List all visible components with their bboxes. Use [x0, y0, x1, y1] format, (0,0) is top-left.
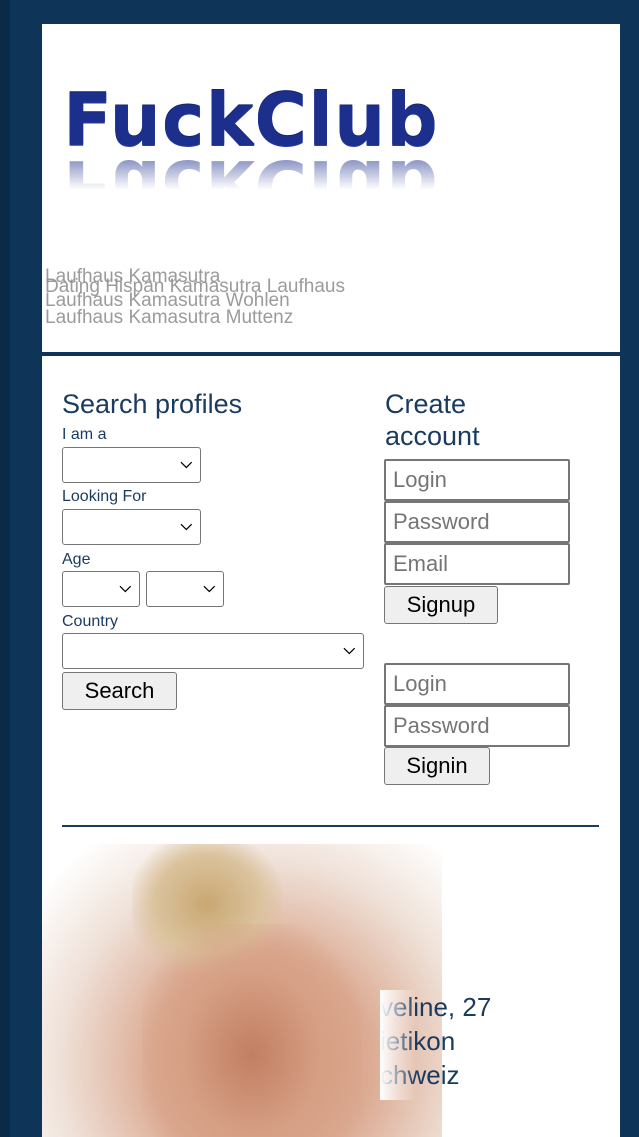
photo-body-blur: [142, 924, 362, 1137]
age-to-select[interactable]: ⌵: [146, 571, 224, 607]
signup-button[interactable]: Signup: [384, 586, 498, 624]
site-logo-reflection: FuckClub: [63, 150, 439, 222]
page-frame: [0, 0, 10, 1137]
i-am-select[interactable]: ⌵: [62, 447, 201, 483]
header-ticker: Laufhaus Kamasutra Dating Hispan Kamasut…: [42, 267, 620, 337]
site-logo[interactable]: FuckClub: [63, 84, 439, 156]
looking-for-label: Looking For: [62, 488, 147, 505]
profile-info[interactable]: veline, 27 ietikon chweiz: [380, 990, 491, 1100]
signup-login-input[interactable]: Login: [384, 459, 570, 501]
chevron-down-icon: ⌵: [180, 455, 192, 472]
country-label: Country: [62, 613, 119, 630]
signup-password-input[interactable]: Password: [384, 501, 570, 543]
chevron-down-icon: ⌵: [119, 579, 131, 596]
page-container: FuckClub FuckClub Laufhaus Kamasutra Dat…: [42, 24, 620, 1137]
profile-info-fade: [380, 990, 416, 1100]
signin-password-input[interactable]: Password: [384, 705, 570, 747]
search-button[interactable]: Search: [62, 672, 177, 710]
signin-login-input[interactable]: Login: [384, 663, 570, 705]
looking-for-select[interactable]: ⌵: [62, 509, 201, 545]
section-divider: [62, 825, 599, 827]
chevron-down-icon: ⌵: [203, 579, 215, 596]
chevron-down-icon: ⌵: [180, 517, 192, 534]
site-header: FuckClub FuckClub Laufhaus Kamasutra Dat…: [42, 24, 620, 352]
age-from-select[interactable]: ⌵: [62, 571, 140, 607]
signup-email-input[interactable]: Email: [384, 543, 570, 585]
ticker-link[interactable]: Laufhaus Kamasutra Muttenz: [45, 308, 293, 327]
header-divider: [42, 352, 620, 356]
age-label: Age: [62, 551, 91, 568]
create-account-heading: Create account: [385, 389, 480, 451]
country-select[interactable]: ⌵: [62, 633, 364, 669]
search-profiles-heading: Search profiles: [62, 389, 243, 419]
chevron-down-icon: ⌵: [343, 641, 355, 658]
signin-button[interactable]: Signin: [384, 747, 490, 785]
i-am-label: I am a: [62, 426, 107, 443]
